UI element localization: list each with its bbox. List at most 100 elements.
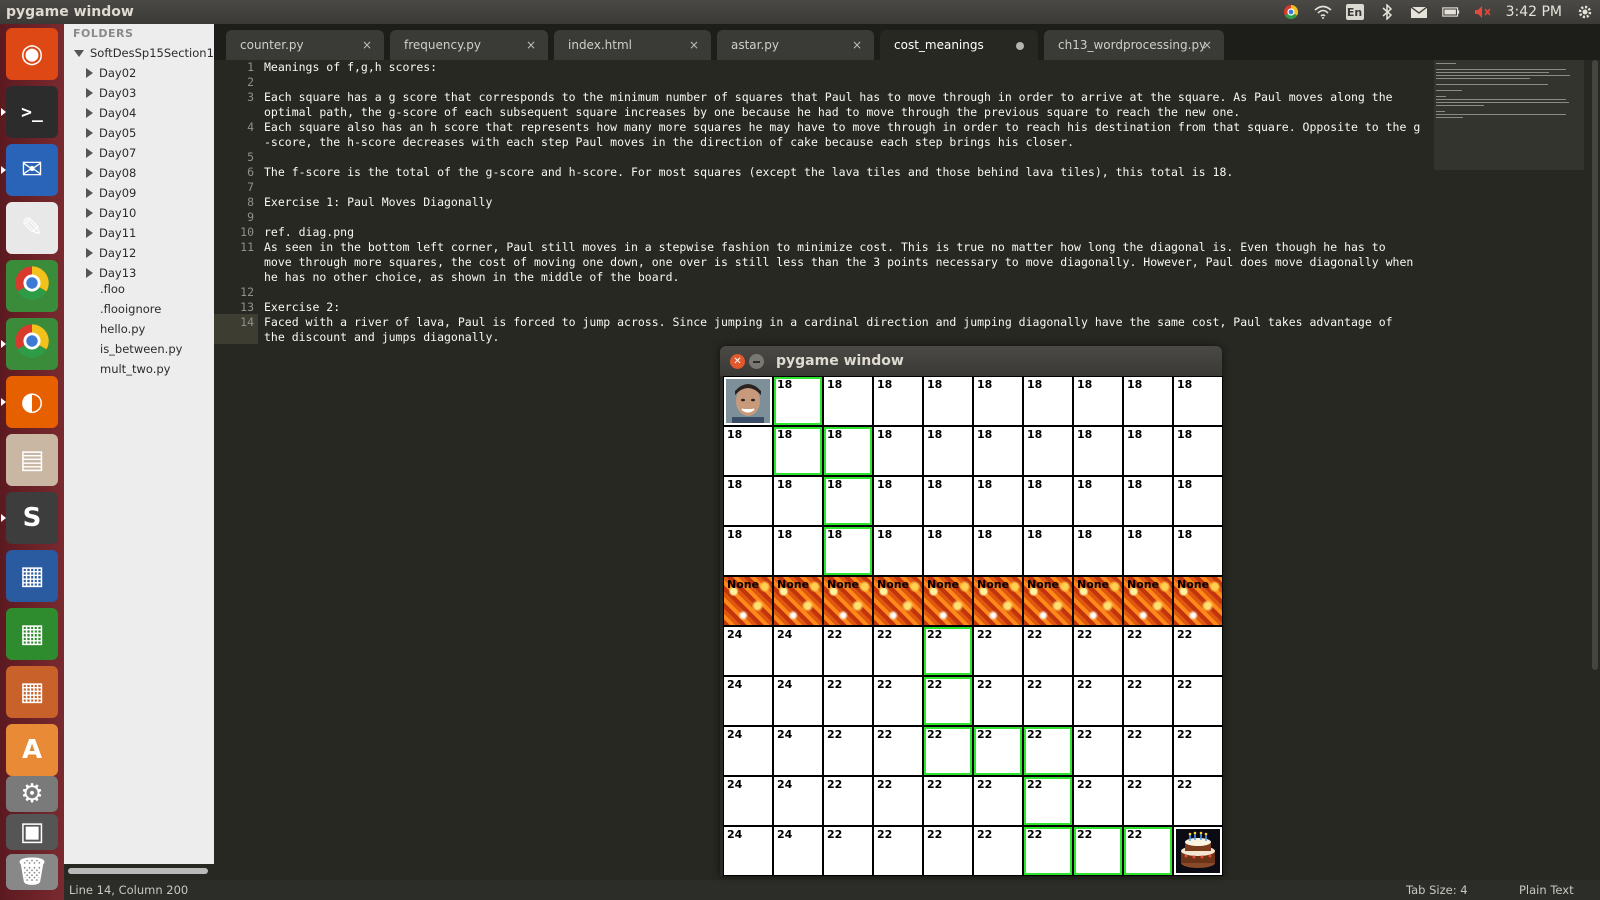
sidebar-folder-day12[interactable]: Day12 — [86, 246, 136, 260]
grid-cell[interactable]: 18 — [874, 527, 922, 575]
grid-cell[interactable]: 18 — [724, 477, 772, 525]
grid-cell[interactable]: 18 — [1074, 427, 1122, 475]
launcher-terminal[interactable]: >_ — [6, 86, 58, 138]
launcher-software-center[interactable]: A — [6, 724, 58, 776]
grid-cell[interactable]: 22 — [924, 627, 972, 675]
grid-cell[interactable]: 18 — [974, 477, 1022, 525]
launcher-unity-tweak[interactable]: ⚙ — [6, 776, 58, 812]
grid-cell[interactable]: 22 — [874, 677, 922, 725]
tab-astar-py[interactable]: astar.py × — [717, 30, 874, 60]
grid-cell[interactable]: 22 — [1174, 627, 1222, 675]
grid-cell[interactable]: 18 — [1174, 377, 1222, 425]
sidebar-file[interactable]: mult_two.py — [100, 362, 170, 376]
sidebar-root-folder[interactable]: SoftDesSp15Section1 — [74, 46, 214, 60]
grid-cell[interactable]: 22 — [924, 777, 972, 825]
grid-cell[interactable]: 18 — [974, 427, 1022, 475]
grid-cell[interactable]: 24 — [724, 627, 772, 675]
grid-cell[interactable]: 22 — [1024, 677, 1072, 725]
sidebar-folder-day03[interactable]: Day03 — [86, 86, 136, 100]
launcher-sublime-text[interactable]: S — [6, 492, 58, 544]
grid-cell[interactable]: 22 — [874, 627, 922, 675]
grid-cell[interactable]: 18 — [724, 377, 772, 425]
clock[interactable]: 3:42 PM — [1506, 4, 1562, 20]
sidebar-file[interactable]: .floo — [100, 282, 125, 296]
grid-cell[interactable]: 24 — [724, 827, 772, 875]
lava-cell[interactable]: None — [874, 577, 922, 625]
grid-cell[interactable]: 22 — [974, 627, 1022, 675]
minimize-icon[interactable] — [749, 354, 764, 369]
launcher-libreoffice-impress[interactable]: ▦ — [6, 666, 58, 718]
grid-cell[interactable]: 18 — [724, 527, 772, 575]
grid-cell[interactable]: 18 — [1024, 477, 1072, 525]
grid-cell[interactable]: 18 — [824, 477, 872, 525]
grid-cell[interactable]: 22 — [974, 727, 1022, 775]
grid-cell[interactable]: 24 — [774, 827, 822, 875]
grid-cell[interactable]: 22 — [1124, 627, 1172, 675]
grid-cell[interactable]: 22 — [874, 827, 922, 875]
lava-cell[interactable]: None — [774, 577, 822, 625]
grid-cell[interactable]: 18 — [774, 377, 822, 425]
pygame-titlebar[interactable]: ✕ pygame window — [720, 346, 1222, 376]
sidebar-folder-day13[interactable]: Day13 — [86, 266, 136, 280]
grid-cell[interactable]: 18 — [924, 377, 972, 425]
sidebar-folder-day11[interactable]: Day11 — [86, 226, 136, 240]
grid-cell[interactable]: 24 — [724, 777, 772, 825]
gear-icon[interactable] — [1576, 4, 1594, 20]
close-icon[interactable]: × — [689, 38, 699, 52]
tab-index-html[interactable]: index.html × — [554, 30, 711, 60]
grid-cell[interactable]: 18 — [1074, 377, 1122, 425]
wifi-icon[interactable] — [1314, 4, 1332, 20]
grid-cell[interactable]: 18 — [1024, 527, 1072, 575]
grid-cell[interactable]: 18 — [1074, 527, 1122, 575]
lava-cell[interactable]: None — [1124, 577, 1172, 625]
sidebar-folder-day07[interactable]: Day07 — [86, 146, 136, 160]
keyboard-layout-indicator[interactable]: En — [1345, 4, 1364, 20]
grid-cell[interactable]: 22 — [1024, 827, 1072, 875]
grid-cell[interactable]: 22 — [824, 677, 872, 725]
grid-cell[interactable]: 18 — [974, 377, 1022, 425]
launcher-libreoffice-calc[interactable]: ▦ — [6, 608, 58, 660]
sidebar-file[interactable]: .flooignore — [100, 302, 161, 316]
close-icon[interactable]: × — [852, 38, 862, 52]
grid-cell[interactable]: 22 — [1124, 727, 1172, 775]
launcher-firefox[interactable]: ◐ — [6, 376, 58, 428]
minimap[interactable] — [1434, 60, 1584, 170]
close-icon[interactable]: × — [1202, 38, 1212, 52]
game-grid[interactable]: 18 18 18 18 18 18 18 18 18 18 18 18 18 18 18 18 18 18 18 18… — [723, 376, 1223, 876]
close-icon[interactable]: ✕ — [730, 354, 745, 369]
grid-cell[interactable]: 18 — [874, 477, 922, 525]
grid-cell[interactable]: 18 — [774, 477, 822, 525]
battery-icon[interactable] — [1441, 4, 1460, 20]
grid-cell[interactable]: 18 — [1174, 527, 1222, 575]
grid-cell[interactable]: 22 — [1024, 777, 1072, 825]
sidebar-scrollbar[interactable] — [68, 868, 208, 874]
grid-cell[interactable]: 24 — [724, 727, 772, 775]
lava-cell[interactable]: None — [1074, 577, 1122, 625]
bluetooth-icon[interactable] — [1378, 4, 1396, 20]
volume-muted-icon[interactable] — [1474, 4, 1492, 20]
grid-cell[interactable]: 18 — [874, 427, 922, 475]
launcher-workspaces[interactable]: ▣ — [6, 814, 58, 850]
launcher-trash[interactable]: 🗑 — [6, 854, 58, 890]
grid-cell[interactable]: 22 — [824, 827, 872, 875]
grid-cell[interactable]: 22 — [1074, 727, 1122, 775]
grid-cell[interactable]: 22 — [874, 777, 922, 825]
grid-cell[interactable]: 24 — [774, 727, 822, 775]
grid-cell[interactable]: 18 — [774, 527, 822, 575]
launcher-thunderbird[interactable]: ✉ — [6, 144, 58, 196]
mail-icon[interactable] — [1410, 4, 1428, 20]
lava-cell[interactable]: None — [724, 577, 772, 625]
grid-cell[interactable]: 18 — [1124, 477, 1172, 525]
grid-cell[interactable]: 22 — [924, 827, 972, 875]
grid-cell[interactable]: 18 — [924, 477, 972, 525]
grid-cell[interactable]: 18 — [1174, 427, 1222, 475]
grid-cell[interactable]: 18 — [974, 527, 1022, 575]
lava-cell[interactable]: None — [974, 577, 1022, 625]
launcher-evince[interactable]: ✎ — [6, 202, 58, 254]
grid-cell[interactable]: 22 — [1174, 677, 1222, 725]
grid-cell[interactable]: 22 — [1124, 777, 1172, 825]
grid-cell[interactable]: 22 — [1074, 627, 1122, 675]
grid-cell[interactable]: 22 — [974, 777, 1022, 825]
lava-cell[interactable]: None — [824, 577, 872, 625]
grid-cell[interactable]: 22 — [824, 727, 872, 775]
